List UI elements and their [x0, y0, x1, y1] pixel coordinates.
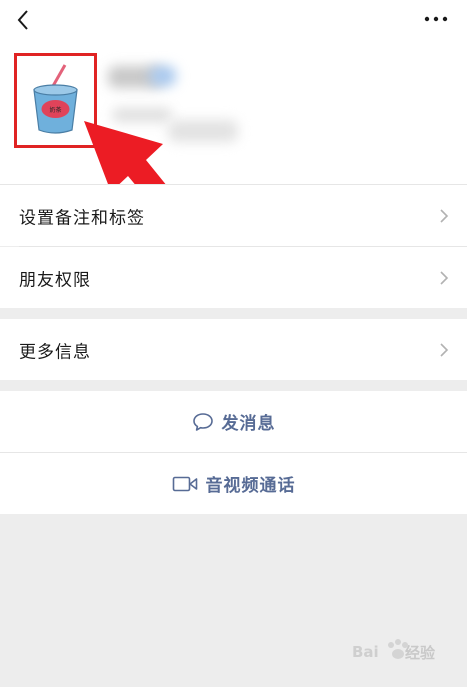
video-camera-icon: [172, 476, 197, 491]
remark-tags-label: 设置备注和标签: [19, 208, 145, 228]
send-message-button[interactable]: 发消息: [0, 391, 467, 452]
chevron-right-icon: [440, 342, 449, 357]
remark-tags-row[interactable]: 设置备注和标签: [0, 185, 467, 246]
avatar[interactable]: 奶茶: [14, 53, 97, 148]
blurred-region-info: [168, 120, 238, 142]
chevron-right-icon: [440, 270, 449, 285]
friend-permissions-row[interactable]: 朋友权限: [0, 247, 467, 308]
more-options-icon[interactable]: [423, 12, 449, 26]
video-call-label: 音视频通话: [205, 476, 296, 496]
watermark-product: 经验: [405, 644, 436, 662]
more-info-row[interactable]: 更多信息: [0, 319, 467, 380]
video-call-button[interactable]: 音视频通话: [0, 453, 467, 514]
chevron-right-icon: [440, 208, 449, 223]
chat-bubble-icon: [192, 412, 213, 431]
watermark-brand: Bai: [352, 643, 379, 661]
milk-tea-cup-icon: 奶茶: [33, 64, 78, 134]
blurred-account-info: [112, 108, 172, 122]
back-arrow-icon[interactable]: [12, 8, 36, 32]
more-info-label: 更多信息: [19, 342, 91, 362]
svg-text:奶茶: 奶茶: [49, 106, 61, 114]
send-message-label: 发消息: [221, 414, 276, 434]
blurred-badge: [150, 66, 176, 86]
friend-permissions-label: 朋友权限: [19, 270, 91, 290]
